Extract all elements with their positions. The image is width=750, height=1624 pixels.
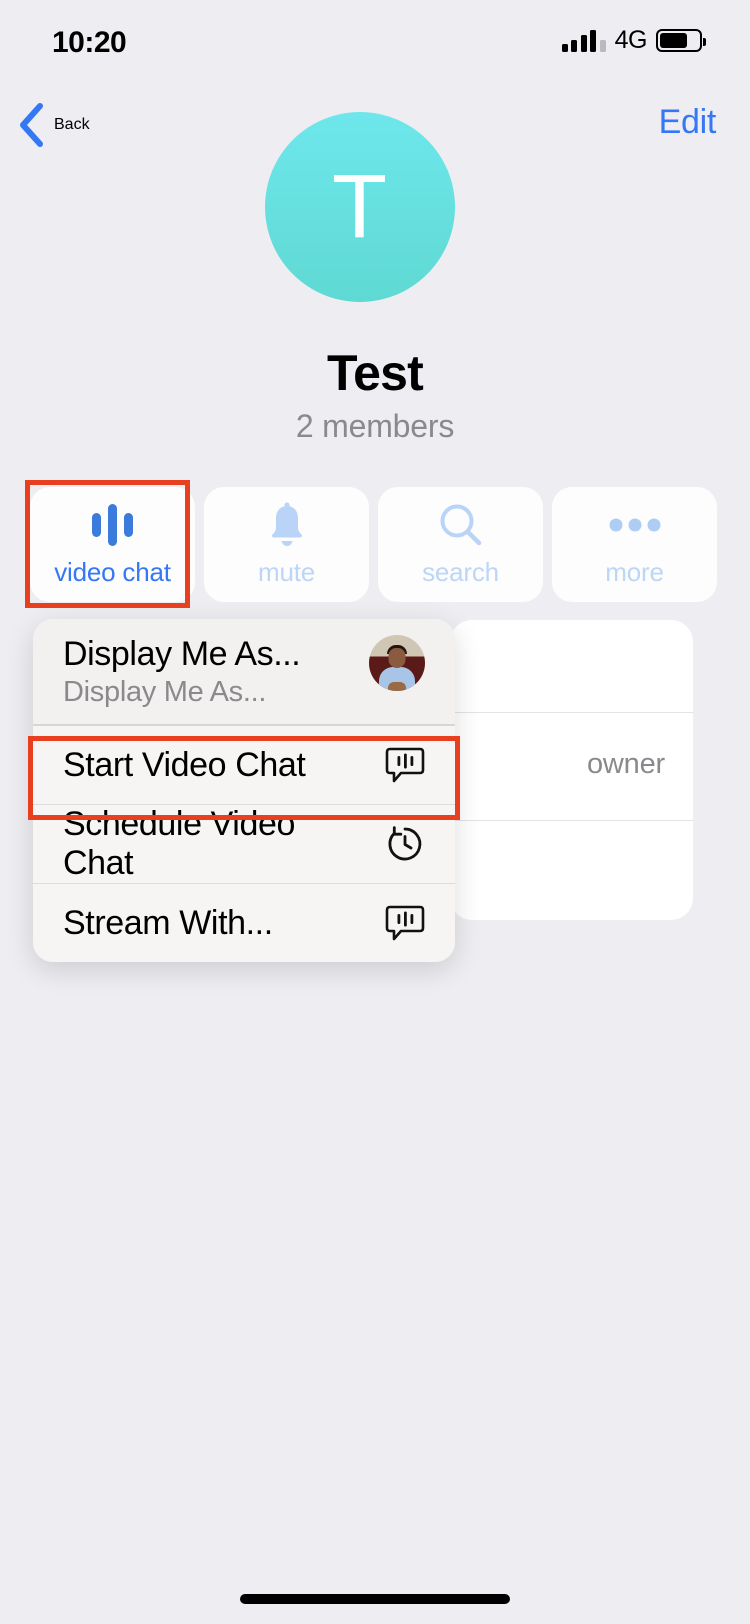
video-chat-action-label: video chat xyxy=(54,557,171,587)
avatar-initial: T xyxy=(332,157,388,257)
status-bar: 10:20 4G xyxy=(0,0,750,80)
status-bar-time: 10:20 xyxy=(52,26,127,59)
menu-item-stream-with[interactable]: Stream With... xyxy=(33,884,455,962)
more-action-button[interactable]: more xyxy=(552,487,717,602)
video-chat-bubble-icon xyxy=(365,745,425,785)
video-chat-action-button[interactable]: video chat xyxy=(30,487,195,602)
edit-button[interactable]: Edit xyxy=(659,103,717,142)
chevron-left-icon xyxy=(20,103,43,147)
video-chat-bars-icon xyxy=(92,501,133,549)
menu-item-title: Schedule Video Chat xyxy=(63,805,295,882)
row-separator xyxy=(450,820,693,821)
action-buttons-row: video chat mute search more xyxy=(30,487,720,602)
search-action-label: search xyxy=(422,557,499,587)
mute-action-label: mute xyxy=(257,557,315,587)
menu-item-schedule-video-chat[interactable]: Schedule Video Chat xyxy=(33,805,455,883)
group-title: Test xyxy=(327,345,424,401)
battery-icon xyxy=(656,29,706,52)
back-button[interactable]: Back xyxy=(18,103,90,147)
ellipsis-icon xyxy=(609,501,661,549)
menu-item-display-me-as[interactable]: Display Me As... Display Me As... xyxy=(33,619,455,724)
context-menu: Display Me As... Display Me As... Start … xyxy=(33,619,455,962)
user-avatar-photo xyxy=(369,635,425,691)
member-role-label: owner xyxy=(587,748,665,780)
magnifier-icon xyxy=(438,501,484,549)
group-avatar[interactable]: T xyxy=(265,112,455,302)
menu-item-trailing xyxy=(365,635,425,691)
info-card: owner xyxy=(450,620,693,920)
phone-screen: 10:20 4G Back Edit T Test 2 members owne… xyxy=(0,0,750,1624)
more-action-label: more xyxy=(605,557,664,587)
status-bar-indicators: 4G xyxy=(561,26,706,54)
menu-item-title: Start Video Chat xyxy=(63,745,306,784)
signal-bars-icon xyxy=(561,29,606,52)
row-separator xyxy=(450,712,693,713)
menu-item-subtitle: Display Me As... xyxy=(63,676,267,708)
bell-icon xyxy=(266,501,308,549)
menu-item-start-video-chat[interactable]: Start Video Chat xyxy=(33,726,455,804)
menu-item-title: Stream With... xyxy=(63,903,273,942)
back-button-label: Back xyxy=(54,116,90,133)
menu-item-title: Display Me As... xyxy=(63,635,301,673)
mute-action-button[interactable]: mute xyxy=(204,487,369,602)
clock-arrow-icon xyxy=(365,824,425,864)
group-members-count: 2 members xyxy=(295,408,455,444)
status-bar-network: 4G xyxy=(614,26,648,54)
stream-bubble-icon xyxy=(365,903,425,943)
search-action-button[interactable]: search xyxy=(378,487,543,602)
home-indicator xyxy=(240,1594,510,1604)
